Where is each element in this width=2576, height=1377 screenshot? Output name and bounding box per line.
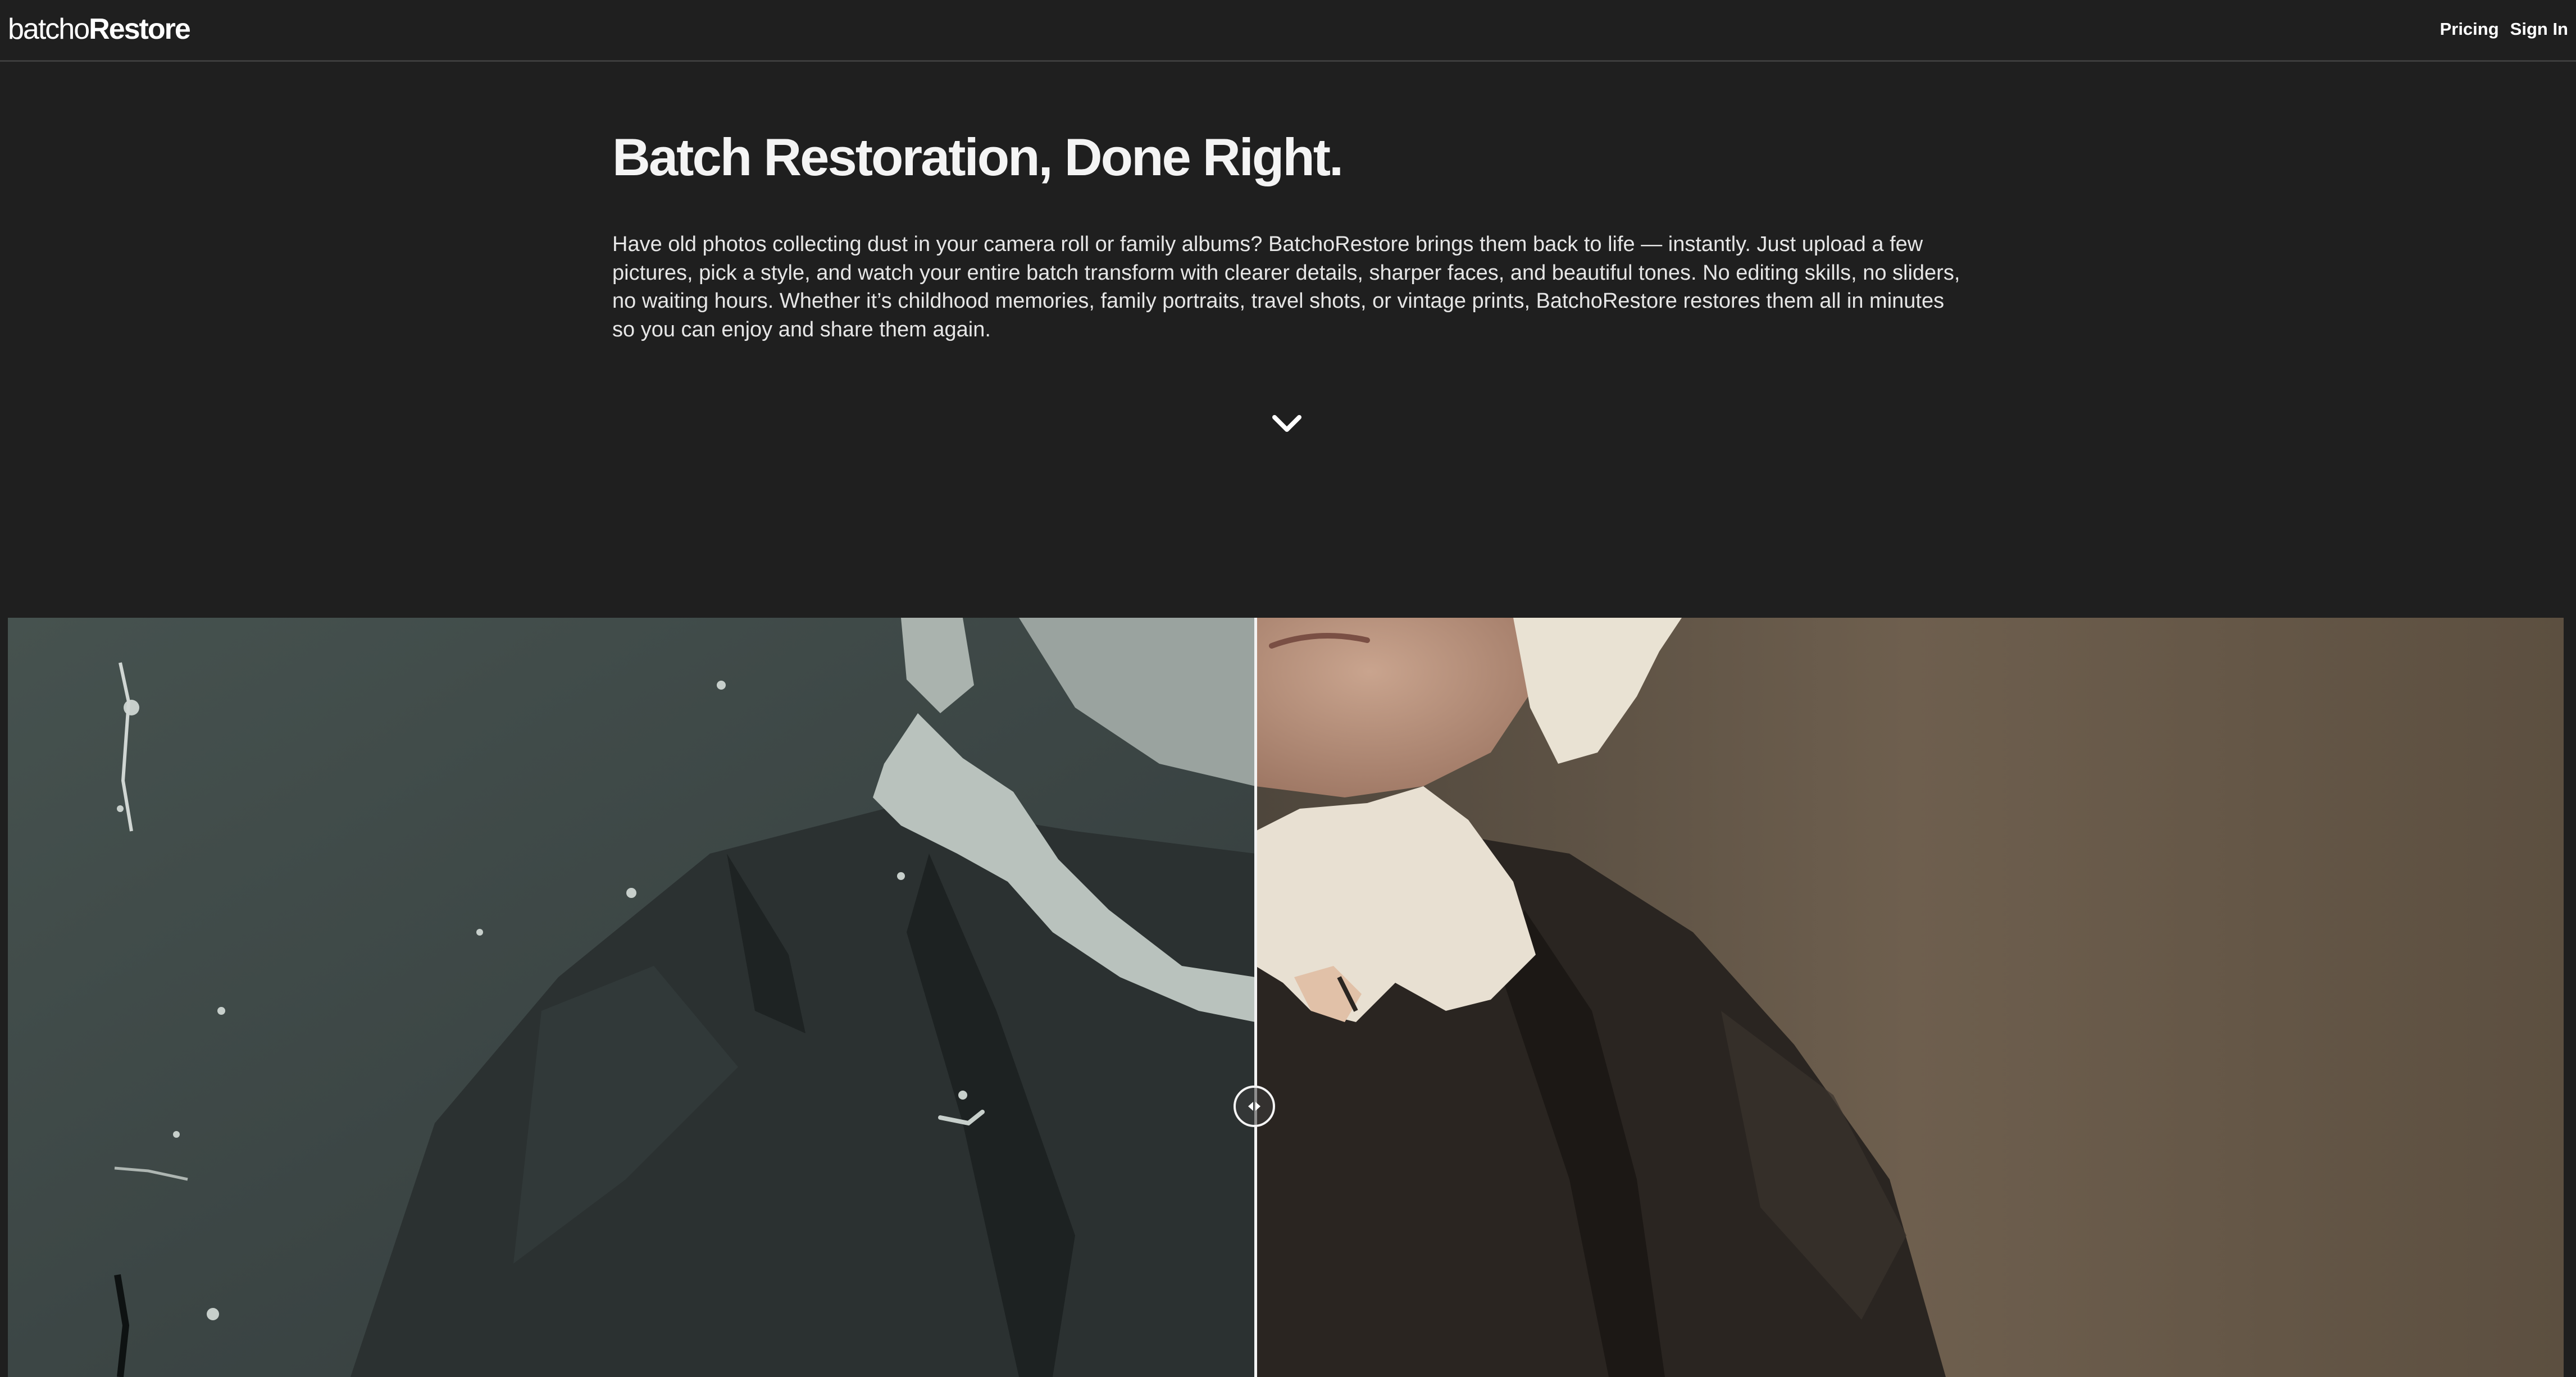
sign-in-link[interactable]: Sign In [2510,18,2568,40]
comparison-divider[interactable] [1254,618,1257,1377]
logo-bold-text: Restore [89,13,191,45]
left-right-arrows-icon[interactable] [1234,1086,1275,1127]
hero-description: Have old photos collecting dust in your … [612,232,1960,341]
nav-links: Pricing Sign In [2440,18,2568,40]
top-navbar: batchoRestore Pricing Sign In [0,0,2576,62]
brand-logo[interactable]: batchoRestore [8,12,191,46]
before-photo [8,618,2564,1377]
hero-title: Batch Restoration, Done Right. [612,127,1344,186]
pricing-link[interactable]: Pricing [2440,18,2499,40]
hero-section: Batch Restoration, Done Right. Have old … [612,126,1972,341]
logo-light-text: batcho [8,13,90,45]
chevron-down-icon[interactable] [1271,413,1303,435]
before-after-comparison[interactable] [8,618,2564,1377]
